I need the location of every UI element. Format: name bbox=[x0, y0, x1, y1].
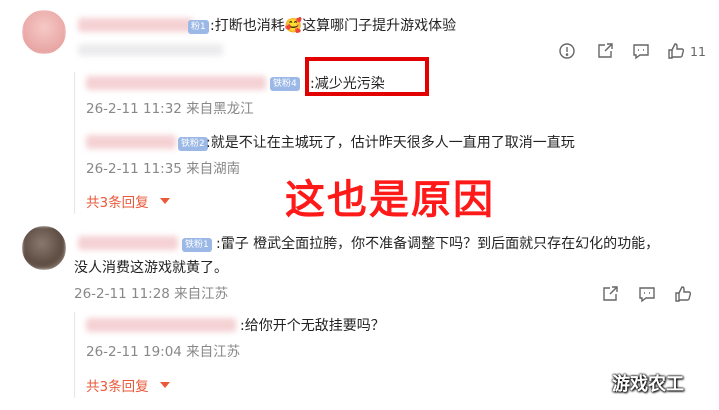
comment-text-line1: :雷子 橙武全面拉胯，你不准备调整下吗？到后面就只存在幻化的功能， bbox=[216, 236, 660, 252]
like-icon[interactable] bbox=[667, 42, 685, 60]
report-icon[interactable] bbox=[558, 42, 576, 60]
reply-meta: 26-2-11 19:04 来自江苏 bbox=[86, 344, 241, 360]
fan-badge: 粉1 bbox=[188, 20, 209, 34]
comment-icon[interactable] bbox=[638, 285, 656, 303]
comment-meta: 26-2-11 11:28 来自江苏 bbox=[74, 286, 229, 302]
reply-text: :给你开个无敌挂要吗？ bbox=[240, 318, 385, 334]
highlight-box bbox=[305, 57, 429, 96]
reply-thread-line bbox=[74, 312, 75, 398]
fan-badge: 铁粉4 bbox=[270, 77, 300, 91]
chevron-down-icon bbox=[160, 382, 170, 388]
fan-badge: 铁粉2 bbox=[178, 137, 208, 151]
more-replies-link[interactable]: 共3条回复 bbox=[86, 376, 170, 396]
annotation-text: 这也是原因 bbox=[285, 177, 495, 223]
username-blurred[interactable] bbox=[86, 76, 266, 90]
avatar[interactable] bbox=[22, 10, 66, 54]
comment-text: :打断也消耗🥰这算哪门子提升游戏体验 bbox=[210, 18, 457, 34]
like-icon[interactable] bbox=[674, 285, 692, 303]
username-blurred[interactable] bbox=[86, 135, 176, 149]
more-replies-link[interactable]: 共3条回复 bbox=[86, 192, 170, 212]
like-count: 11 bbox=[690, 44, 706, 59]
avatar[interactable] bbox=[22, 226, 66, 270]
comment-text-line2: 没人消费这游戏就黄了。 bbox=[74, 260, 228, 276]
share-icon[interactable] bbox=[596, 42, 614, 60]
fan-badge: 铁粉1 bbox=[182, 238, 212, 252]
reply-thread-line bbox=[74, 72, 75, 214]
username-blurred[interactable] bbox=[78, 18, 193, 32]
share-icon[interactable] bbox=[601, 285, 619, 303]
username-blurred[interactable] bbox=[86, 318, 236, 332]
more-replies-label: 共3条回复 bbox=[86, 195, 149, 211]
reply-meta: 26-2-11 11:35 来自湖南 bbox=[86, 161, 241, 177]
reply-text: :就是不让在主城玩了，估计昨天很多人一直用了取消一直玩 bbox=[206, 135, 575, 151]
username-blurred[interactable] bbox=[78, 236, 178, 250]
reply-meta: 26-2-11 11:32 来自黑龙江 bbox=[86, 101, 254, 117]
meta-blurred bbox=[78, 44, 223, 56]
more-replies-label: 共3条回复 bbox=[86, 379, 149, 395]
watermark: 游戏农工 bbox=[612, 374, 684, 395]
chevron-down-icon bbox=[160, 198, 170, 204]
comment-icon[interactable] bbox=[632, 42, 650, 60]
